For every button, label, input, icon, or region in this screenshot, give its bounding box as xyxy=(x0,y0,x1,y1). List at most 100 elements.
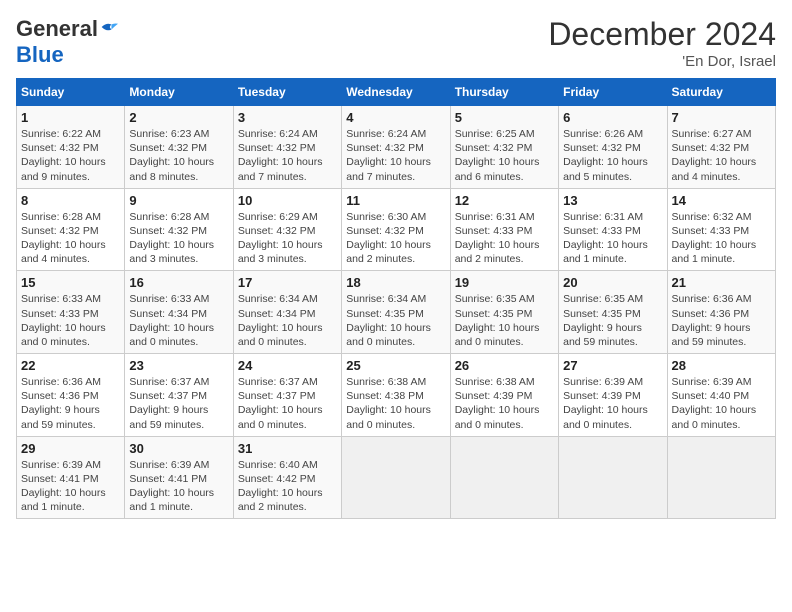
calendar-cell: 31 Sunrise: 6:40 AM Sunset: 4:42 PM Dayli… xyxy=(233,436,341,519)
title-block: December 2024 'En Dor, Israel xyxy=(548,16,776,70)
day-number: 11 xyxy=(346,193,445,208)
calendar-cell: 23 Sunrise: 6:37 AM Sunset: 4:37 PM Dayli… xyxy=(125,354,233,437)
logo-blue-text: Blue xyxy=(16,42,64,67)
day-detail: Sunrise: 6:24 AM Sunset: 4:32 PM Dayligh… xyxy=(238,127,337,184)
logo-general-text: General xyxy=(16,16,98,42)
calendar-cell: 26 Sunrise: 6:38 AM Sunset: 4:39 PM Dayli… xyxy=(450,354,558,437)
calendar-week-3: 15Sunrise: 6:33 AM Sunset: 4:33 PM Dayli… xyxy=(17,271,776,354)
calendar-cell: 16 Sunrise: 6:33 AM Sunset: 4:34 PM Dayli… xyxy=(125,271,233,354)
day-detail: Sunrise: 6:34 AM Sunset: 4:34 PM Dayligh… xyxy=(238,292,337,349)
day-number: 13 xyxy=(563,193,662,208)
day-number: 29 xyxy=(21,441,120,456)
weekday-header-friday: Friday xyxy=(559,79,667,106)
calendar-cell: 25 Sunrise: 6:38 AM Sunset: 4:38 PM Dayli… xyxy=(342,354,450,437)
day-detail: Sunrise: 6:37 AM Sunset: 4:37 PM Dayligh… xyxy=(129,375,228,432)
calendar-cell: 4Sunrise: 6:24 AM Sunset: 4:32 PM Daylig… xyxy=(342,106,450,189)
day-detail: Sunrise: 6:36 AM Sunset: 4:36 PM Dayligh… xyxy=(21,375,120,432)
calendar-cell: 14 Sunrise: 6:32 AM Sunset: 4:33 PM Dayli… xyxy=(667,188,775,271)
day-detail: Sunrise: 6:23 AM Sunset: 4:32 PM Dayligh… xyxy=(129,127,228,184)
day-number: 7 xyxy=(672,110,771,125)
day-detail: Sunrise: 6:31 AM Sunset: 4:33 PM Dayligh… xyxy=(455,210,554,267)
calendar-cell: 3 Sunrise: 6:24 AM Sunset: 4:32 PM Daylig… xyxy=(233,106,341,189)
day-detail: Sunrise: 6:28 AM Sunset: 4:32 PM Dayligh… xyxy=(21,210,120,267)
calendar-cell: 27Sunrise: 6:39 AM Sunset: 4:39 PM Dayli… xyxy=(559,354,667,437)
day-number: 9 xyxy=(129,193,228,208)
calendar-cell xyxy=(450,436,558,519)
day-detail: Sunrise: 6:39 AM Sunset: 4:40 PM Dayligh… xyxy=(672,375,771,432)
calendar-cell: 9 Sunrise: 6:28 AM Sunset: 4:32 PM Daylig… xyxy=(125,188,233,271)
calendar-cell: 20 Sunrise: 6:35 AM Sunset: 4:35 PM Dayli… xyxy=(559,271,667,354)
page-header: General Blue December 2024 'En Dor, Isra… xyxy=(16,16,776,70)
day-detail: Sunrise: 6:33 AM Sunset: 4:33 PM Dayligh… xyxy=(21,292,120,349)
day-detail: Sunrise: 6:40 AM Sunset: 4:42 PM Dayligh… xyxy=(238,458,337,515)
day-detail: Sunrise: 6:34 AM Sunset: 4:35 PM Dayligh… xyxy=(346,292,445,349)
day-detail: Sunrise: 6:39 AM Sunset: 4:39 PM Dayligh… xyxy=(563,375,662,432)
day-detail: Sunrise: 6:35 AM Sunset: 4:35 PM Dayligh… xyxy=(563,292,662,349)
day-number: 31 xyxy=(238,441,337,456)
day-number: 14 xyxy=(672,193,771,208)
calendar-cell: 10 Sunrise: 6:29 AM Sunset: 4:32 PM Dayli… xyxy=(233,188,341,271)
calendar-week-2: 8Sunrise: 6:28 AM Sunset: 4:32 PM Daylig… xyxy=(17,188,776,271)
calendar-cell: 2Sunrise: 6:23 AM Sunset: 4:32 PM Daylig… xyxy=(125,106,233,189)
day-number: 12 xyxy=(455,193,554,208)
day-number: 24 xyxy=(238,358,337,373)
day-detail: Sunrise: 6:24 AM Sunset: 4:32 PM Dayligh… xyxy=(346,127,445,184)
weekday-header-saturday: Saturday xyxy=(667,79,775,106)
month-title: December 2024 xyxy=(548,16,776,53)
calendar-week-5: 29 Sunrise: 6:39 AM Sunset: 4:41 PM Dayli… xyxy=(17,436,776,519)
day-detail: Sunrise: 6:25 AM Sunset: 4:32 PM Dayligh… xyxy=(455,127,554,184)
calendar-cell: 30 Sunrise: 6:39 AM Sunset: 4:41 PM Dayli… xyxy=(125,436,233,519)
day-number: 19 xyxy=(455,275,554,290)
calendar-cell: 12 Sunrise: 6:31 AM Sunset: 4:33 PM Dayli… xyxy=(450,188,558,271)
day-detail: Sunrise: 6:30 AM Sunset: 4:32 PM Dayligh… xyxy=(346,210,445,267)
calendar-cell: 28Sunrise: 6:39 AM Sunset: 4:40 PM Dayli… xyxy=(667,354,775,437)
weekday-header-thursday: Thursday xyxy=(450,79,558,106)
day-number: 25 xyxy=(346,358,445,373)
day-number: 1 xyxy=(21,110,120,125)
calendar-cell: 24 Sunrise: 6:37 AM Sunset: 4:37 PM Dayli… xyxy=(233,354,341,437)
day-detail: Sunrise: 6:29 AM Sunset: 4:32 PM Dayligh… xyxy=(238,210,337,267)
weekday-header-tuesday: Tuesday xyxy=(233,79,341,106)
calendar-cell: 18 Sunrise: 6:34 AM Sunset: 4:35 PM Dayli… xyxy=(342,271,450,354)
day-number: 22 xyxy=(21,358,120,373)
calendar-cell: 19 Sunrise: 6:35 AM Sunset: 4:35 PM Dayli… xyxy=(450,271,558,354)
day-detail: Sunrise: 6:37 AM Sunset: 4:37 PM Dayligh… xyxy=(238,375,337,432)
day-number: 6 xyxy=(563,110,662,125)
day-number: 16 xyxy=(129,275,228,290)
day-detail: Sunrise: 6:31 AM Sunset: 4:33 PM Dayligh… xyxy=(563,210,662,267)
logo-bird-icon xyxy=(100,20,118,34)
day-detail: Sunrise: 6:39 AM Sunset: 4:41 PM Dayligh… xyxy=(21,458,120,515)
calendar-cell: 15Sunrise: 6:33 AM Sunset: 4:33 PM Dayli… xyxy=(17,271,125,354)
calendar-cell xyxy=(559,436,667,519)
logo: General Blue xyxy=(16,16,118,68)
calendar-cell: 22 Sunrise: 6:36 AM Sunset: 4:36 PM Dayli… xyxy=(17,354,125,437)
calendar-cell: 5Sunrise: 6:25 AM Sunset: 4:32 PM Daylig… xyxy=(450,106,558,189)
day-number: 3 xyxy=(238,110,337,125)
weekday-header-wednesday: Wednesday xyxy=(342,79,450,106)
day-detail: Sunrise: 6:38 AM Sunset: 4:38 PM Dayligh… xyxy=(346,375,445,432)
day-number: 30 xyxy=(129,441,228,456)
calendar-week-4: 22 Sunrise: 6:36 AM Sunset: 4:36 PM Dayli… xyxy=(17,354,776,437)
day-detail: Sunrise: 6:32 AM Sunset: 4:33 PM Dayligh… xyxy=(672,210,771,267)
calendar-cell: 17 Sunrise: 6:34 AM Sunset: 4:34 PM Dayli… xyxy=(233,271,341,354)
day-detail: Sunrise: 6:35 AM Sunset: 4:35 PM Dayligh… xyxy=(455,292,554,349)
calendar-cell: 8Sunrise: 6:28 AM Sunset: 4:32 PM Daylig… xyxy=(17,188,125,271)
calendar-header-row: SundayMondayTuesdayWednesdayThursdayFrid… xyxy=(17,79,776,106)
calendar-cell xyxy=(342,436,450,519)
calendar-cell: 7Sunrise: 6:27 AM Sunset: 4:32 PM Daylig… xyxy=(667,106,775,189)
day-number: 26 xyxy=(455,358,554,373)
day-detail: Sunrise: 6:33 AM Sunset: 4:34 PM Dayligh… xyxy=(129,292,228,349)
day-number: 23 xyxy=(129,358,228,373)
calendar-cell xyxy=(667,436,775,519)
calendar-cell: 6Sunrise: 6:26 AM Sunset: 4:32 PM Daylig… xyxy=(559,106,667,189)
day-detail: Sunrise: 6:38 AM Sunset: 4:39 PM Dayligh… xyxy=(455,375,554,432)
day-number: 17 xyxy=(238,275,337,290)
day-number: 20 xyxy=(563,275,662,290)
day-number: 18 xyxy=(346,275,445,290)
day-detail: Sunrise: 6:39 AM Sunset: 4:41 PM Dayligh… xyxy=(129,458,228,515)
day-detail: Sunrise: 6:36 AM Sunset: 4:36 PM Dayligh… xyxy=(672,292,771,349)
calendar-cell: 1Sunrise: 6:22 AM Sunset: 4:32 PM Daylig… xyxy=(17,106,125,189)
day-detail: Sunrise: 6:28 AM Sunset: 4:32 PM Dayligh… xyxy=(129,210,228,267)
day-number: 10 xyxy=(238,193,337,208)
calendar-table: SundayMondayTuesdayWednesdayThursdayFrid… xyxy=(16,78,776,519)
